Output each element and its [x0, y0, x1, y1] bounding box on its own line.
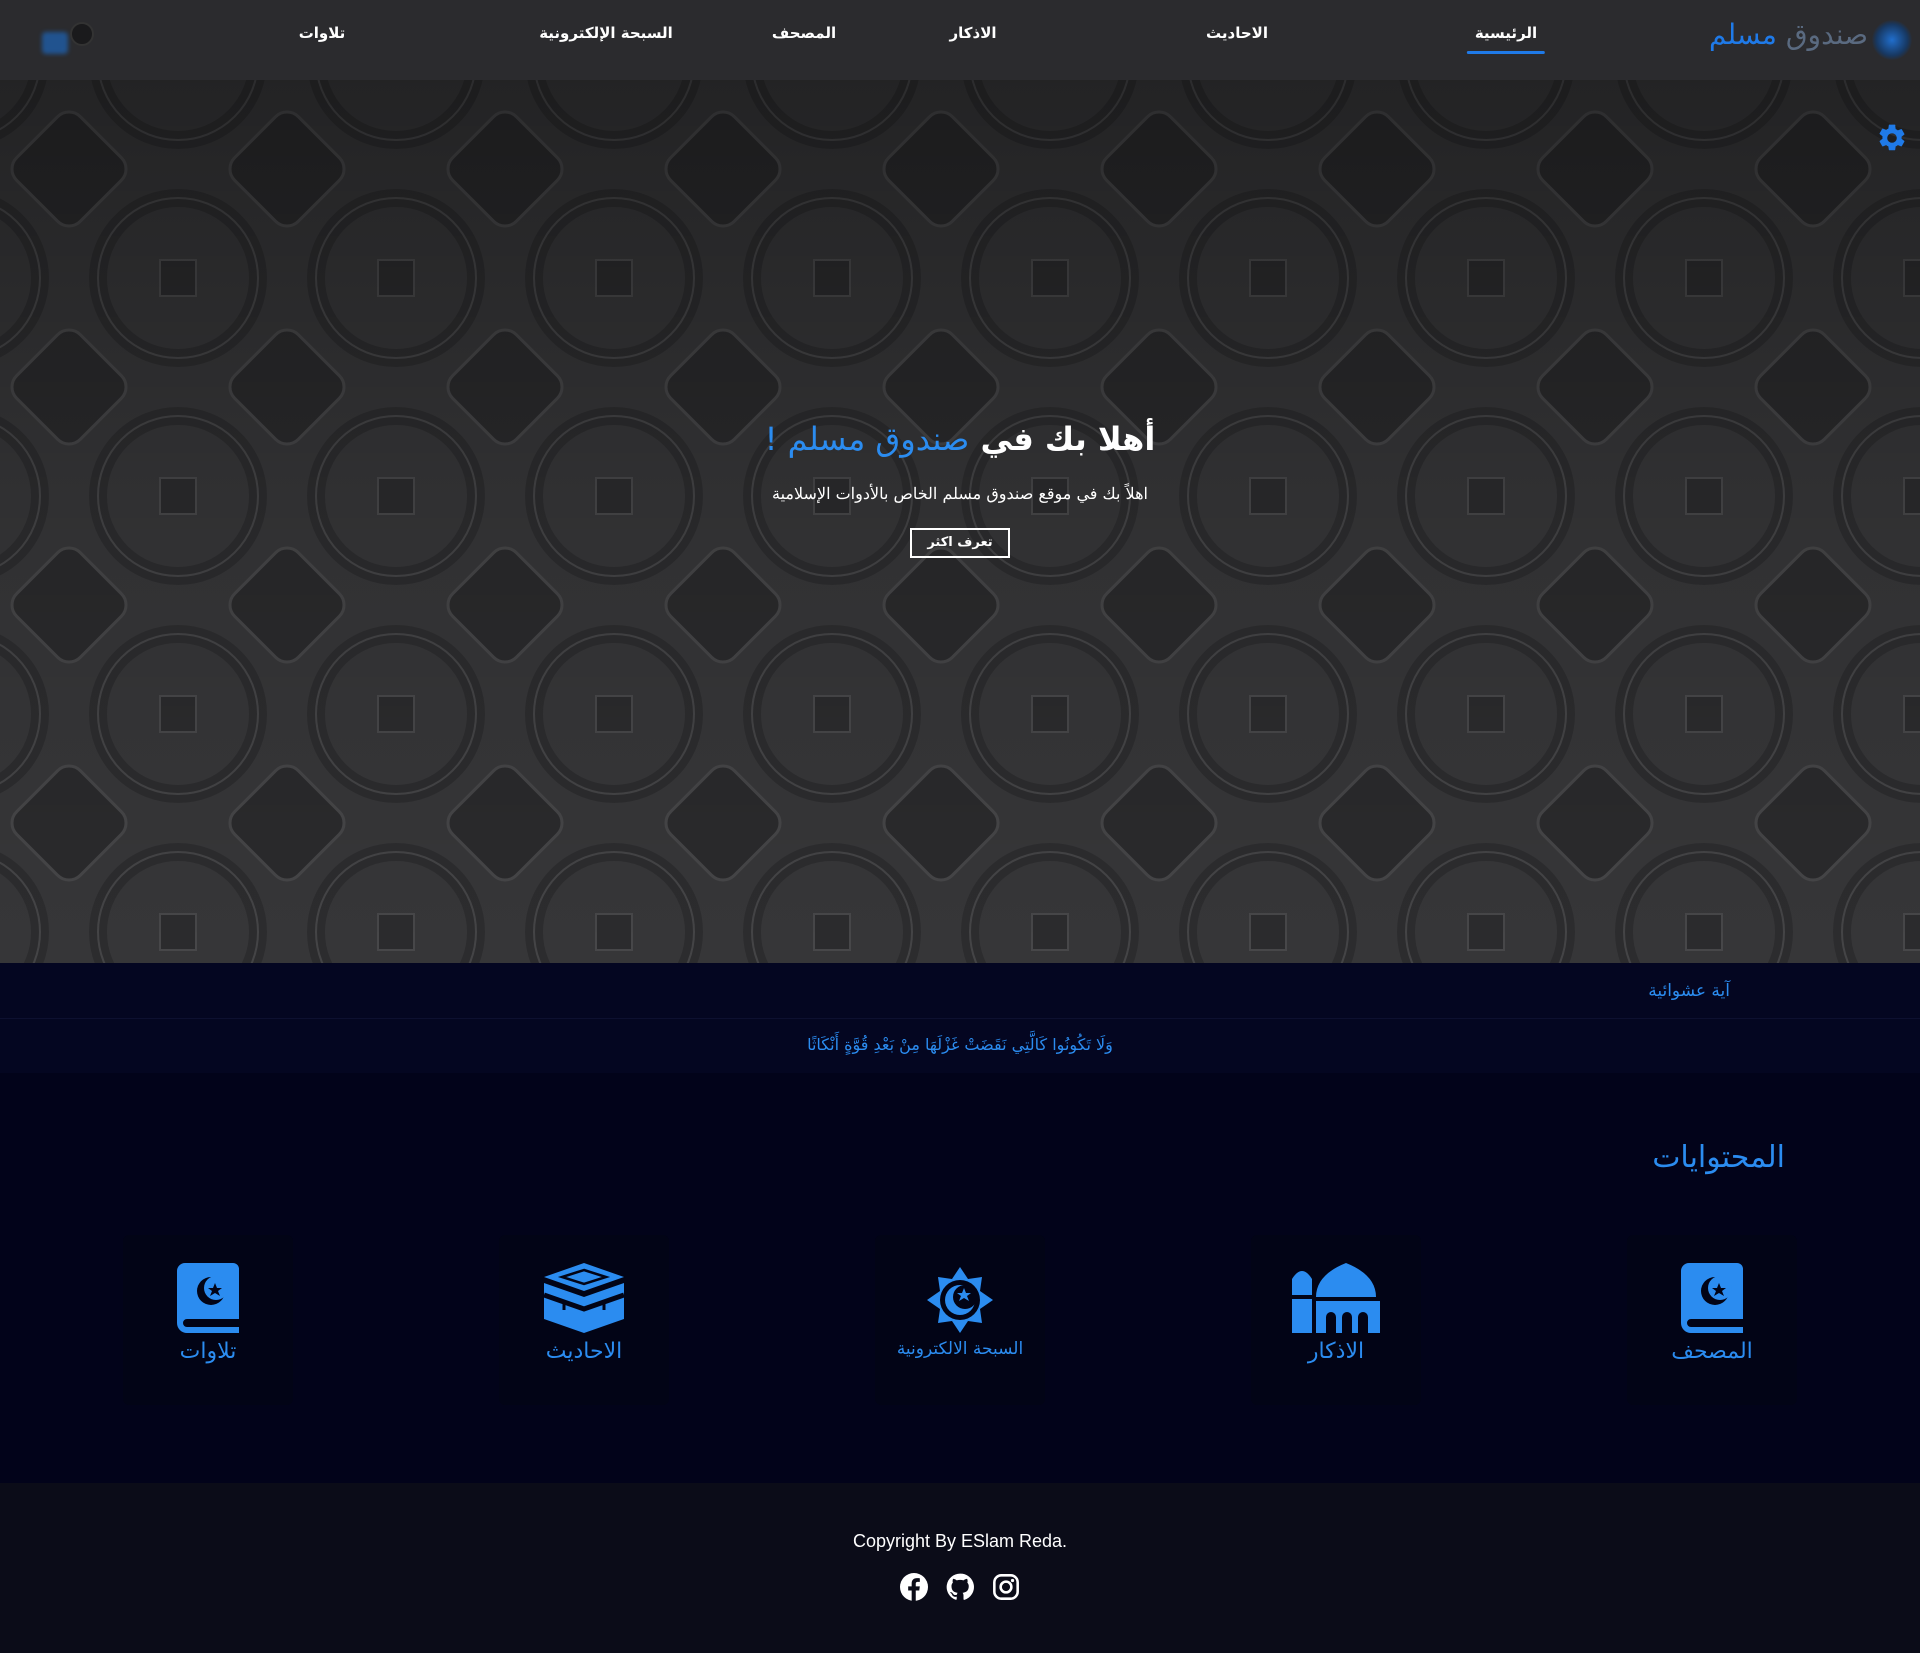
copyright-text: Copyright By ESlam Reda.	[852, 1531, 1068, 1551]
logo-text-part2: مسلم	[1709, 18, 1777, 51]
instagram-icon[interactable]	[992, 1573, 1020, 1601]
ayah-divider	[0, 1018, 1920, 1019]
nav-item-recitations[interactable]: تلاوات	[299, 24, 346, 42]
nav-item-hadiths[interactable]: الاحاديث	[1206, 24, 1268, 42]
theme-toggle[interactable]	[34, 20, 104, 56]
card-quran-label: المصحف	[1671, 1339, 1753, 1364]
github-icon[interactable]	[946, 1573, 974, 1601]
hero-section: أهلا بك في صندوق مسلم ! اهلاً بك في موقع…	[0, 80, 1920, 963]
kaaba-icon	[544, 1263, 624, 1333]
card-hadiths[interactable]: الاحاديث	[499, 1235, 669, 1405]
quran-book-icon	[1681, 1263, 1743, 1333]
quran-book-icon	[177, 1263, 239, 1333]
navbar: تلاوات السبحة الإلكترونية المصحف الاذكار…	[0, 0, 1920, 80]
nav-item-home[interactable]: الرئيسية	[1466, 24, 1546, 54]
card-adhkar-label: الاذكار	[1307, 1339, 1365, 1364]
mosque-icon	[1292, 1263, 1380, 1333]
social-links	[900, 1573, 1020, 1603]
nav-item-adhkar[interactable]: الاذكار	[950, 24, 997, 42]
menu-icon	[42, 32, 68, 54]
nav-item-quran[interactable]: المصحف	[772, 24, 836, 42]
hero-title: أهلا بك في صندوق مسلم !	[0, 420, 1920, 458]
learn-more-button[interactable]: تعرف اكثر	[910, 528, 1010, 558]
hero-title-highlight: صندوق مسلم !	[764, 420, 970, 458]
nav-item-electronic-tasbih[interactable]: السبحة الإلكترونية	[539, 24, 673, 42]
card-quran[interactable]: المصحف	[1627, 1235, 1797, 1405]
random-ayah-section: آية عشوائية وَلَا تَكُونُوا كَالَّتِي نَ…	[0, 963, 1920, 1073]
footer: Copyright By ESlam Reda.	[0, 1483, 1920, 1653]
card-adhkar[interactable]: الاذكار	[1251, 1235, 1421, 1405]
card-electronic-tasbih[interactable]: السبحة الالكترونية	[875, 1235, 1045, 1405]
card-recitations-label: تلاوات	[179, 1339, 237, 1364]
contents-title: المحتوايات	[1652, 1140, 1785, 1175]
card-hadiths-label: الاحاديث	[545, 1339, 623, 1364]
geometric-pattern-background	[0, 80, 1920, 963]
logo-text-part1: صندوق	[1785, 18, 1868, 51]
site-logo[interactable]: صندوق مسلم	[1709, 18, 1868, 51]
hero-subtitle: اهلاً بك في موقع صندوق مسلم الخاص بالأدو…	[772, 484, 1148, 503]
card-electronic-tasbih-label: السبحة الالكترونية	[896, 1339, 1024, 1359]
facebook-icon[interactable]	[900, 1573, 928, 1601]
toggle-knob	[70, 22, 94, 46]
random-ayah-label: آية عشوائية	[1648, 981, 1730, 1001]
logo-icon	[1872, 20, 1912, 60]
hero-title-prefix: أهلا بك في	[980, 420, 1156, 458]
random-ayah-text: وَلَا تَكُونُوا كَالَّتِي نَقَضَتْ غَزْل…	[807, 1035, 1113, 1054]
star-crescent-icon	[927, 1267, 993, 1333]
gear-icon[interactable]	[1876, 122, 1908, 154]
card-recitations[interactable]: تلاوات	[123, 1235, 293, 1405]
